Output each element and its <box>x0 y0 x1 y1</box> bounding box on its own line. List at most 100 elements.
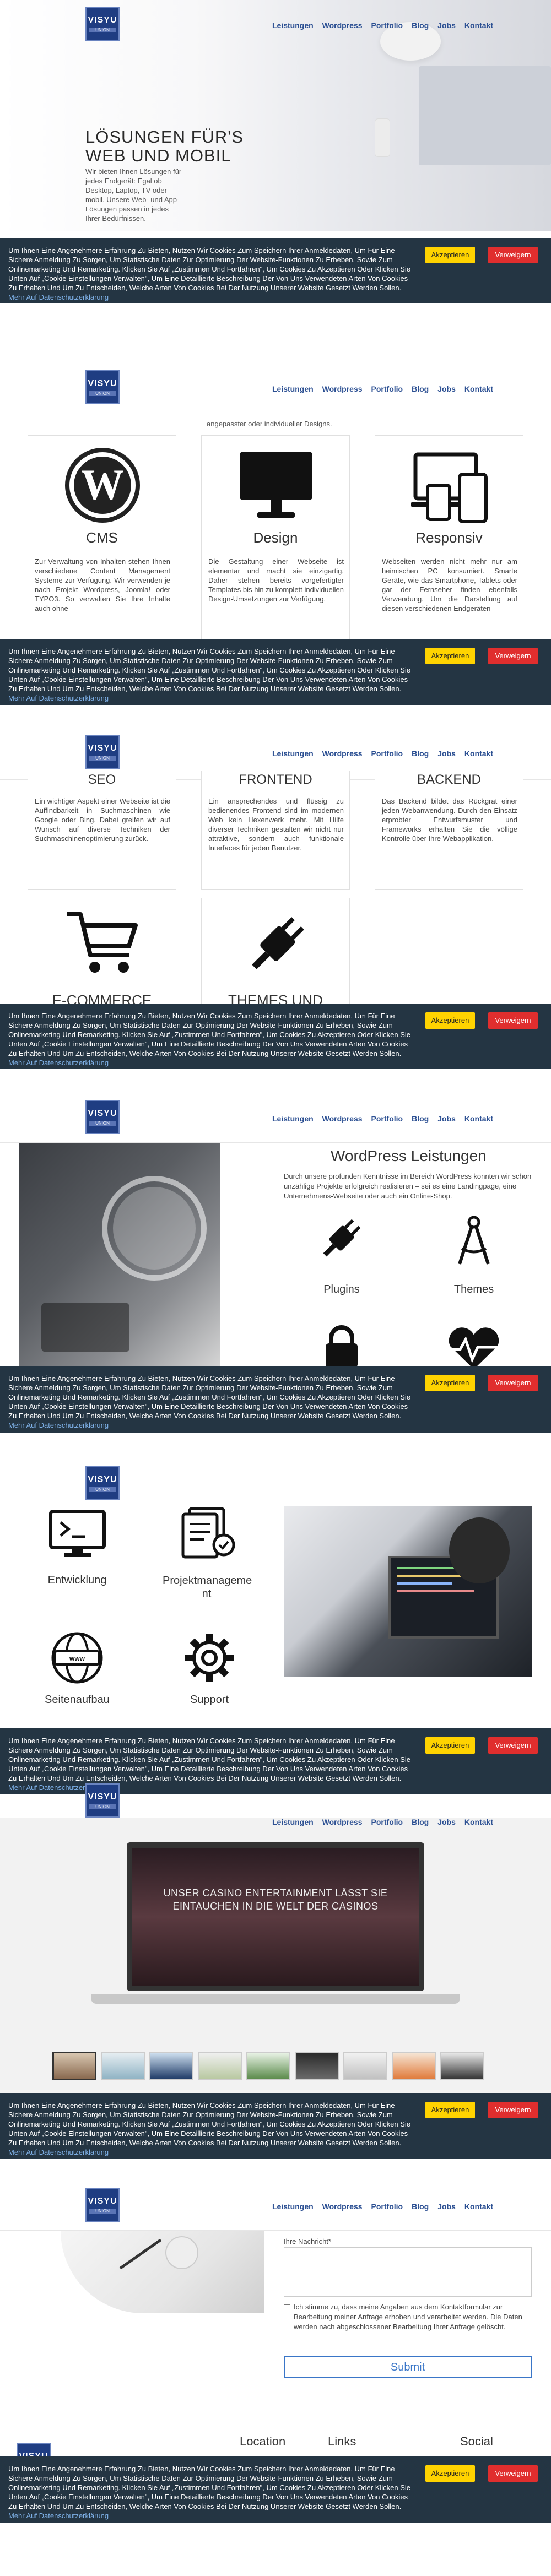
nav-link-blog[interactable]: Blog <box>412 384 429 393</box>
hero-bottle-image <box>375 118 390 157</box>
nav-link-jobs[interactable]: Jobs <box>437 1818 456 1826</box>
accept-button[interactable]: Akzeptieren <box>425 247 475 263</box>
nav-link-leistungen[interactable]: Leistungen <box>272 21 314 30</box>
nav-link-blog[interactable]: Blog <box>412 21 429 30</box>
accept-button[interactable]: Akzeptieren <box>425 2102 475 2118</box>
nav-link-leistungen[interactable]: Leistungen <box>272 1114 314 1123</box>
project-management-icon <box>181 1507 235 1559</box>
decline-button[interactable]: Verweigern <box>488 2465 538 2482</box>
nav-link-portfolio[interactable]: Portfolio <box>371 1818 403 1826</box>
nav-link-wordpress[interactable]: Wordpress <box>322 21 363 30</box>
site-logo[interactable]: VISYU UNION <box>85 7 120 41</box>
decline-button[interactable]: Verweigern <box>488 247 538 263</box>
portfolio-thumbnail[interactable] <box>246 2052 290 2080</box>
logo-text: VISYU <box>88 379 117 388</box>
decline-button[interactable]: Verweigern <box>488 1737 538 1754</box>
service-card-themes: THEMES UND <box>201 898 350 1013</box>
nav-link-wordpress[interactable]: Wordpress <box>322 749 363 758</box>
nav-link-blog[interactable]: Blog <box>412 749 429 758</box>
nav-link-portfolio[interactable]: Portfolio <box>371 1114 403 1123</box>
portfolio-thumbnail[interactable] <box>149 2052 193 2080</box>
portfolio-thumbnail[interactable] <box>198 2052 242 2080</box>
logo-subtext: UNION <box>89 2209 116 2214</box>
accept-button[interactable]: Akzeptieren <box>425 2465 475 2482</box>
cookie-text: Um Ihnen Eine Angenehmere Erfahrung Zu B… <box>8 1011 413 1067</box>
cookie-banner: Um Ihnen Eine Angenehmere Erfahrung Zu B… <box>0 1366 551 1433</box>
nav-link-leistungen[interactable]: Leistungen <box>272 384 314 393</box>
code-monitor-icon <box>49 1510 106 1557</box>
cookie-banner: Um Ihnen Eine Angenehmere Erfahrung Zu B… <box>0 2093 551 2159</box>
card-text: Ein ansprechendes und flüssig zu bediene… <box>208 797 344 852</box>
decline-button[interactable]: Verweigern <box>488 2102 538 2118</box>
accept-button[interactable]: Akzeptieren <box>425 1012 475 1029</box>
accept-button[interactable]: Akzeptieren <box>425 1375 475 1391</box>
card-title: Responsiv <box>415 529 483 546</box>
nav-link-leistungen[interactable]: Leistungen <box>272 749 314 758</box>
portfolio-thumbnail[interactable] <box>392 2052 436 2080</box>
nav-link-kontakt[interactable]: Kontakt <box>464 749 493 758</box>
privacy-link[interactable]: Mehr Auf Datenschutzerklärung <box>8 2512 109 2520</box>
accept-button[interactable]: Akzeptieren <box>425 648 475 664</box>
nav-link-blog[interactable]: Blog <box>412 1114 429 1123</box>
privacy-link[interactable]: Mehr Auf Datenschutzerklärung <box>8 2148 109 2156</box>
portfolio-thumbnail[interactable] <box>440 2052 484 2080</box>
nav-link-jobs[interactable]: Jobs <box>437 2202 456 2211</box>
site-logo[interactable]: VISYU UNION <box>85 735 120 769</box>
nav-link-kontakt[interactable]: Kontakt <box>464 1114 493 1123</box>
nav-link-kontakt[interactable]: Kontakt <box>464 21 493 30</box>
portfolio-thumbnail[interactable] <box>52 2052 96 2080</box>
portfolio-thumbnail[interactable] <box>343 2052 387 2080</box>
site-logo[interactable]: VISYU UNION <box>85 1783 120 1818</box>
cookie-text: Um Ihnen Eine Angenehmere Erfahrung Zu B… <box>8 647 413 703</box>
decline-button[interactable]: Verweigern <box>488 1012 538 1029</box>
site-logo[interactable]: VISYU UNION <box>85 370 120 404</box>
privacy-link[interactable]: Mehr Auf Datenschutzerklärung <box>8 1059 109 1067</box>
nav-link-portfolio[interactable]: Portfolio <box>371 384 403 393</box>
nav-link-jobs[interactable]: Jobs <box>437 21 456 30</box>
process-item-label: Seitenaufbau <box>45 1694 110 1706</box>
footer-col-title: Location <box>240 2434 286 2448</box>
privacy-link[interactable]: Mehr Auf Datenschutzerklärung <box>8 293 109 301</box>
nav-link-wordpress[interactable]: Wordpress <box>322 2202 363 2211</box>
services-intro-tail: angepasster oder individueller Designs. <box>207 420 332 428</box>
nav-link-wordpress[interactable]: Wordpress <box>322 1818 363 1826</box>
nav-link-kontakt[interactable]: Kontakt <box>464 2202 493 2211</box>
nav-link-portfolio[interactable]: Portfolio <box>371 749 403 758</box>
nav-link-jobs[interactable]: Jobs <box>437 384 456 393</box>
site-logo[interactable]: VISYU UNION <box>85 1466 120 1500</box>
card-title: CMS <box>86 529 118 546</box>
nav-link-blog[interactable]: Blog <box>412 2202 429 2211</box>
logo-text: VISYU <box>88 15 117 25</box>
decline-button[interactable]: Verweigern <box>488 648 538 664</box>
nav-link-blog[interactable]: Blog <box>412 1818 429 1826</box>
nav-link-leistungen[interactable]: Leistungen <box>272 1818 314 1826</box>
nav-link-kontakt[interactable]: Kontakt <box>464 384 493 393</box>
nav-links: Leistungen Wordpress Portfolio Blog Jobs… <box>272 1114 493 1123</box>
nav-link-kontakt[interactable]: Kontakt <box>464 1818 493 1826</box>
nav-link-wordpress[interactable]: Wordpress <box>322 1114 363 1123</box>
decline-button[interactable]: Verweigern <box>488 1375 538 1391</box>
card-text: Das Backend bildet das Rückgrat einer je… <box>382 797 517 843</box>
portfolio-thumbnail[interactable] <box>295 2052 339 2080</box>
screen-line: EINTAUCHEN IN DIE WELT DER CASINOS <box>172 1901 379 1912</box>
privacy-link[interactable]: Mehr Auf Datenschutzerklärung <box>8 694 109 702</box>
site-logo[interactable]: VISYU UNION <box>85 2188 120 2222</box>
cookie-text: Um Ihnen Eine Angenehmere Erfahrung Zu B… <box>8 246 413 302</box>
card-text: Webseiten werden nicht mehr nur am heimi… <box>382 557 517 612</box>
nav-link-jobs[interactable]: Jobs <box>437 749 456 758</box>
accept-button[interactable]: Akzeptieren <box>425 1737 475 1754</box>
portfolio-thumbnail[interactable] <box>101 2052 145 2080</box>
consent-checkbox[interactable] <box>284 2304 290 2311</box>
nav-link-portfolio[interactable]: Portfolio <box>371 2202 403 2211</box>
wordpress-photo <box>19 1143 220 1371</box>
nav-link-portfolio[interactable]: Portfolio <box>371 21 403 30</box>
nav-link-wordpress[interactable]: Wordpress <box>322 384 363 393</box>
nav-links: Leistungen Wordpress Portfolio Blog Jobs… <box>272 384 493 393</box>
nav-link-jobs[interactable]: Jobs <box>437 1114 456 1123</box>
nav-link-leistungen[interactable]: Leistungen <box>272 2202 314 2211</box>
privacy-link[interactable]: Mehr Auf Datenschutzerklärung <box>8 1421 109 1429</box>
submit-button[interactable]: Submit <box>284 2356 532 2378</box>
message-textarea[interactable] <box>284 2247 532 2297</box>
logo-subtext: UNION <box>89 28 116 32</box>
site-logo[interactable]: VISYU UNION <box>85 1100 120 1134</box>
